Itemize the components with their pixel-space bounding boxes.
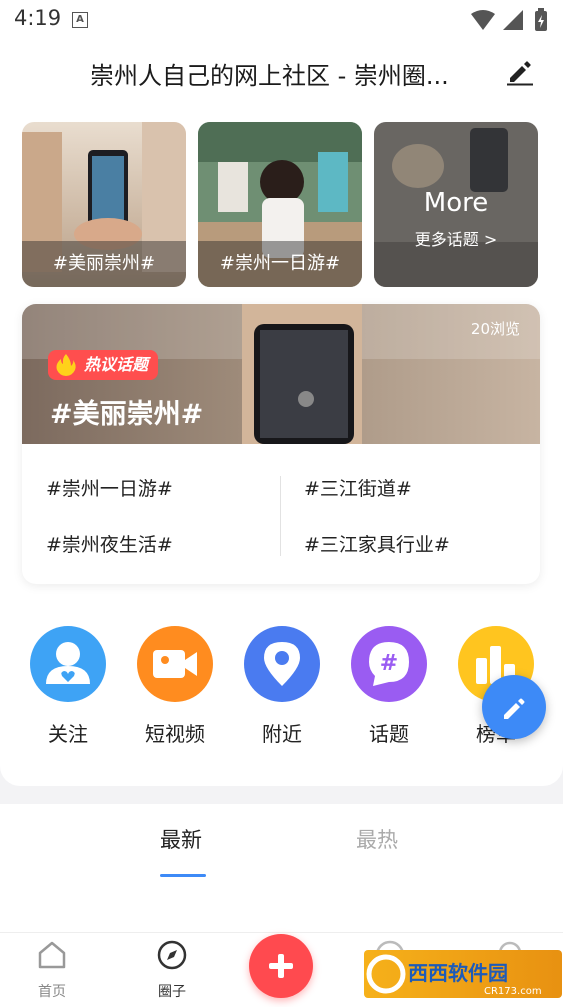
nav-label: 话题 (369, 722, 409, 746)
nav-short-video[interactable]: 短视频 (135, 626, 215, 746)
topic-hash-icon: # (351, 626, 427, 702)
view-count: 20浏览 (470, 320, 520, 338)
nav-follow[interactable]: 关注 (28, 626, 108, 746)
tab-latest[interactable]: 最新 (160, 824, 202, 854)
hot-link-sanjiang-street[interactable]: #三江街道# (304, 474, 412, 501)
bottom-nav-home[interactable]: 首页 (22, 937, 82, 1003)
nav-topics[interactable]: # 话题 (349, 626, 429, 746)
more-topics-title: More (423, 188, 489, 218)
topic-tile-one-day-tour[interactable]: #崇州一日游# (198, 122, 362, 287)
battery-icon (535, 8, 547, 31)
hot-topic-title: #美丽崇州# (50, 399, 204, 430)
topic-tile-beautiful-chongzhou[interactable]: #美丽崇州# (22, 122, 186, 287)
bottom-nav-circle[interactable]: 圈子 (142, 937, 202, 1003)
signal-icon (503, 10, 523, 30)
home-icon (38, 941, 66, 969)
bottom-nav-label: 首页 (38, 984, 66, 1000)
watermark-logo-art: 西西软件园 CR173.com (366, 954, 542, 997)
app-header: 崇州人自己的网上社区 - 崇州圈... (0, 40, 563, 106)
hot-topic-card: 20浏览 热议话题 #美丽崇州# #崇州一日游# #三江街道# #崇州夜生活# … (22, 304, 540, 584)
watermark-logo: 西西软件园 CR173.com (364, 950, 562, 998)
topic-tile-label: #美丽崇州# (22, 241, 186, 287)
nav-nearby[interactable]: 附近 (242, 626, 322, 746)
hot-link-furniture-industry[interactable]: #三江家具行业# (304, 530, 450, 557)
status-bar: 4:19 A (0, 0, 563, 40)
video-icon (137, 626, 213, 702)
compass-icon (157, 940, 187, 970)
watermark-sub: CR173.com (484, 986, 542, 997)
nav-label: 附近 (262, 722, 302, 746)
hot-topic-banner[interactable]: 20浏览 热议话题 #美丽崇州# (22, 304, 540, 444)
hot-topic-badge: 热议话题 (48, 350, 159, 380)
notification-a-icon: A (72, 12, 88, 28)
nav-label: 短视频 (145, 722, 205, 746)
follow-user-icon (30, 626, 106, 702)
plus-icon (269, 954, 293, 978)
page-title: 崇州人自己的网上社区 - 崇州圈... (90, 62, 449, 90)
compose-pencil-icon (504, 698, 525, 719)
edit-pencil-icon[interactable] (506, 58, 534, 86)
hot-link-one-day-tour[interactable]: #崇州一日游# (46, 474, 173, 501)
more-topics-tile[interactable]: More 更多话题 > (374, 122, 538, 287)
add-post-button[interactable] (249, 934, 313, 998)
more-topics-subtitle: 更多话题 > (414, 230, 498, 249)
feed-section: 最新 最热 (0, 804, 563, 944)
hot-topic-badge-label: 热议话题 (84, 355, 149, 374)
status-time: 4:19 (14, 6, 62, 30)
compose-fab[interactable] (482, 675, 546, 739)
status-icons (471, 8, 547, 31)
bottom-nav-label: 圈子 (158, 984, 186, 1000)
wifi-icon (471, 10, 495, 30)
nav-label: 关注 (48, 722, 88, 746)
fire-icon (56, 354, 76, 376)
svg-text:#: # (380, 651, 398, 676)
hot-links-divider (280, 476, 281, 556)
watermark-text: 西西软件园 (408, 961, 508, 985)
tab-active-indicator (160, 874, 206, 877)
hot-link-nightlife[interactable]: #崇州夜生活# (46, 530, 173, 557)
tab-hot[interactable]: 最热 (356, 824, 398, 854)
topic-tile-label: #崇州一日游# (198, 241, 362, 287)
location-icon (244, 626, 320, 702)
